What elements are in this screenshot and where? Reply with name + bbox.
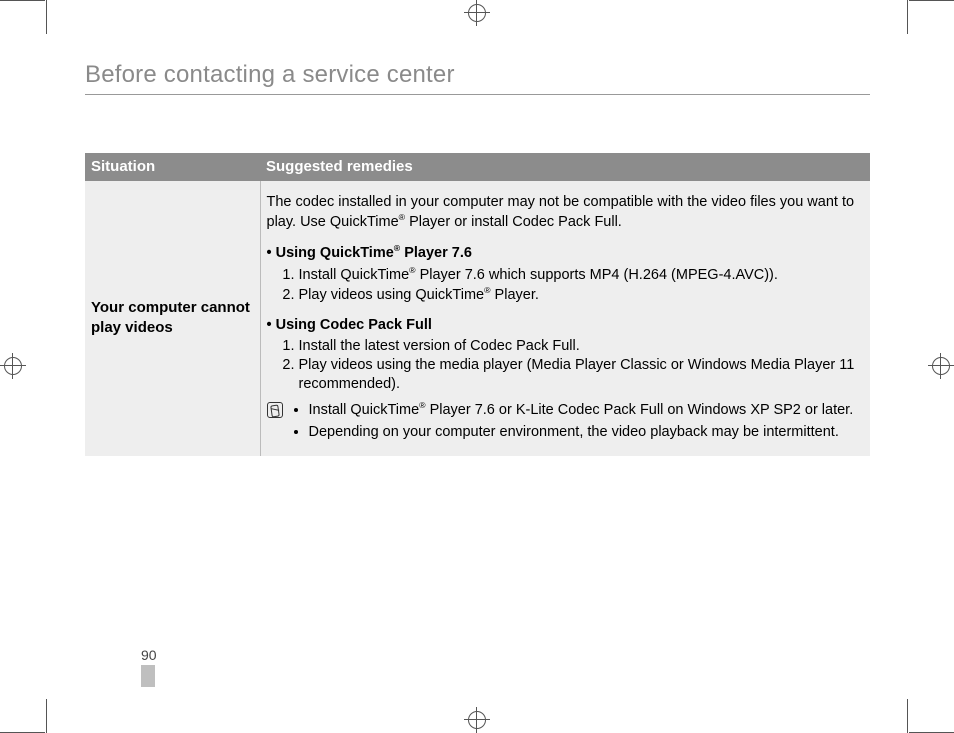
crop-mark [46, 699, 47, 733]
text: Player 7.6 or K-Lite Codec Pack Full on … [426, 402, 854, 418]
text: Install QuickTime [309, 402, 420, 418]
text: • Using QuickTime [267, 245, 394, 261]
remedy-intro: The codec installed in your computer may… [267, 193, 865, 232]
text: Install QuickTime [299, 267, 410, 283]
crop-mark [46, 0, 47, 34]
text: Player or install Codec Pack Full. [405, 214, 622, 230]
list-item: Install QuickTime® Player 7.6 or K-Lite … [309, 400, 854, 420]
codecpack-steps: Install the latest version of Codec Pack… [267, 337, 865, 394]
list-item: Play videos using the media player (Medi… [299, 356, 865, 394]
crop-mark [0, 0, 45, 1]
registration-mark-icon [464, 707, 490, 733]
text: Player 7.6 which supports MP4 (H.264 (MP… [416, 267, 778, 283]
crop-mark [907, 0, 908, 34]
registration-mark-icon [464, 0, 490, 26]
page-number: 90 [141, 647, 171, 663]
registration-mark-icon [928, 353, 954, 379]
note-icon [267, 402, 283, 418]
list-item: Install QuickTime® Player 7.6 which supp… [299, 265, 865, 285]
crop-mark [907, 699, 908, 733]
note-block: Install QuickTime® Player 7.6 or K-Lite … [267, 400, 865, 447]
troubleshooting-table: Situation Suggested remedies Your comput… [85, 153, 870, 456]
page-footer: 90 [141, 647, 171, 687]
footer-bar-icon [141, 665, 155, 687]
text: Player 7.6 [400, 245, 472, 261]
text: Play videos using QuickTime [299, 287, 485, 303]
text: Player. [491, 287, 539, 303]
page-title: Before contacting a service center [85, 62, 870, 95]
list-item: Install the latest version of Codec Pack… [299, 337, 865, 356]
col-header-remedies: Suggested remedies [260, 153, 870, 181]
section-head-quicktime: • Using QuickTime® Player 7.6 [267, 243, 865, 263]
col-header-situation: Situation [85, 153, 260, 181]
page-content: Before contacting a service center Situa… [85, 62, 870, 456]
quicktime-steps: Install QuickTime® Player 7.6 which supp… [267, 265, 865, 304]
situation-cell: Your computer cannot play videos [85, 181, 260, 456]
list-item: Depending on your computer environment, … [309, 423, 854, 442]
table-row: Your computer cannot play videos The cod… [85, 181, 870, 456]
remedy-cell: The codec installed in your computer may… [260, 181, 870, 456]
list-item: Play videos using QuickTime® Player. [299, 285, 865, 305]
note-list: Install QuickTime® Player 7.6 or K-Lite … [291, 400, 854, 447]
registration-mark-icon [0, 353, 26, 379]
section-head-codecpack: • Using Codec Pack Full [267, 316, 865, 335]
crop-mark [909, 0, 954, 1]
